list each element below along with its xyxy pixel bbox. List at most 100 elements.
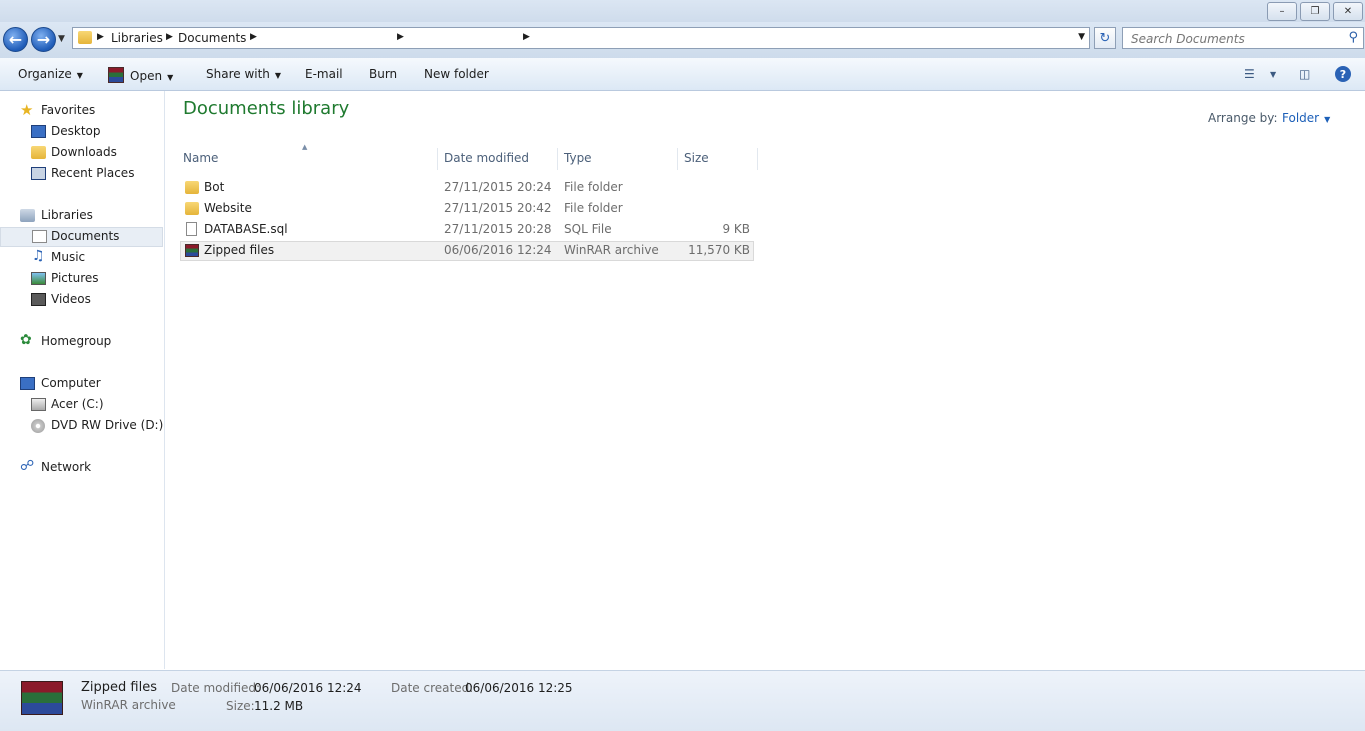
nav-libraries[interactable]: Libraries [0, 206, 163, 226]
arrange-by-dropdown[interactable]: Folder ▼ [1282, 111, 1330, 125]
videos-icon [31, 293, 46, 306]
arrange-by-value: Folder [1282, 111, 1320, 125]
share-with-button[interactable]: Share with ▼ [206, 67, 281, 81]
file-type: File folder [564, 180, 623, 194]
documents-icon [32, 230, 47, 243]
details-date-modified[interactable]: 06/06/2016 12:24 [254, 681, 362, 695]
column-header-size[interactable]: Size [678, 148, 758, 170]
preview-pane-icon[interactable]: ◫ [1299, 67, 1310, 81]
nav-desktop[interactable]: Desktop [0, 122, 163, 142]
nav-computer[interactable]: Computer [0, 374, 163, 394]
page-title: Documents library [183, 98, 350, 119]
folder-icon [185, 181, 199, 194]
restore-button[interactable]: ❐ [1300, 2, 1330, 21]
file-date-modified: 27/11/2015 20:28 [444, 222, 552, 236]
file-row-bot[interactable]: Bot 27/11/2015 20:24 File folder [180, 178, 754, 198]
command-bar: Organize ▼ Open ▼ Share with ▼ E-mail Burn … [0, 58, 1365, 91]
nav-homegroup-label: Homegroup [41, 334, 112, 348]
computer-icon [20, 377, 35, 390]
nav-favorites[interactable]: ★ Favorites [0, 101, 163, 121]
forward-button[interactable]: → [31, 27, 56, 52]
minimize-button[interactable]: – [1267, 2, 1297, 21]
address-row: ← → ▼ ▶ Libraries ▶ Documents ▶ ▶ ▶ ▼ ↻ … [0, 22, 1365, 58]
details-date-created[interactable]: 06/06/2016 12:25 [465, 681, 573, 695]
nav-network-label: Network [41, 460, 92, 474]
breadcrumb-arrow-icon[interactable]: ▶ [397, 32, 404, 42]
new-folder-button[interactable]: New folder [424, 67, 489, 81]
search-box[interactable]: ⚲ [1122, 27, 1364, 49]
address-dropdown-icon[interactable]: ▼ [1078, 32, 1085, 42]
open-button[interactable]: Open ▼ [108, 67, 173, 83]
burn-button[interactable]: Burn [369, 67, 397, 81]
nav-pictures[interactable]: Pictures [0, 269, 163, 289]
nav-recent-places[interactable]: Recent Places [0, 164, 163, 184]
details-size: 11.2 MB [254, 699, 304, 713]
close-button[interactable]: ✕ [1333, 2, 1363, 21]
email-button[interactable]: E-mail [305, 67, 343, 81]
file-name: Website [204, 201, 252, 215]
column-header-type[interactable]: Type [558, 148, 678, 170]
refresh-button[interactable]: ↻ [1094, 27, 1116, 49]
column-header-name[interactable]: Name [177, 148, 438, 170]
recent-places-icon [31, 167, 46, 180]
organize-label: Organize [18, 67, 72, 81]
winrar-icon [21, 681, 63, 715]
column-type-label: Type [564, 151, 592, 165]
nav-videos[interactable]: Videos [0, 290, 163, 310]
nav-desktop-label: Desktop [51, 124, 101, 138]
nav-pictures-label: Pictures [51, 271, 99, 285]
chevron-down-icon: ▼ [167, 73, 174, 82]
library-icon [20, 209, 35, 222]
nav-documents[interactable]: Documents [0, 227, 163, 247]
file-row-database[interactable]: DATABASE.sql 27/11/2015 20:28 SQL File 9… [180, 220, 754, 240]
column-date-label: Date modified [444, 151, 530, 165]
breadcrumb-documents[interactable]: Documents [178, 31, 246, 45]
file-row-website[interactable]: Website 27/11/2015 20:42 File folder [180, 199, 754, 219]
view-options-dropdown[interactable]: ▼ [1270, 70, 1276, 79]
back-button[interactable]: ← [3, 27, 28, 52]
organize-button[interactable]: Organize ▼ [18, 67, 83, 81]
nav-homegroup[interactable]: ✿ Homegroup [0, 332, 163, 352]
nav-downloads-label: Downloads [51, 145, 117, 159]
search-icon[interactable]: ⚲ [1348, 30, 1358, 45]
breadcrumb-arrow-icon[interactable]: ▶ [97, 32, 104, 42]
recent-pages-dropdown[interactable]: ▼ [58, 34, 65, 44]
pictures-icon [31, 272, 46, 285]
file-size: 9 KB [722, 222, 750, 236]
column-header-date-modified[interactable]: Date modified [438, 148, 558, 170]
hard-drive-icon [31, 398, 46, 411]
breadcrumb-libraries[interactable]: Libraries [111, 31, 163, 45]
file-date-modified: 06/06/2016 12:24 [444, 243, 552, 257]
nav-dvd-drive[interactable]: DVD RW Drive (D:) Fe [0, 416, 163, 436]
column-name-label: Name [183, 151, 219, 165]
nav-music[interactable]: ♫ Music [0, 248, 163, 268]
star-icon: ★ [20, 101, 34, 119]
downloads-folder-icon [31, 146, 46, 159]
breadcrumb-arrow-icon[interactable]: ▶ [523, 32, 530, 42]
nav-drive-c[interactable]: Acer (C:) [0, 395, 163, 415]
title-bar: – ❐ ✕ [0, 0, 1365, 22]
file-type: File folder [564, 201, 623, 215]
file-type: SQL File [564, 222, 612, 236]
nav-computer-label: Computer [41, 376, 101, 390]
arrange-by-label: Arrange by: [1208, 111, 1278, 125]
change-view-icon[interactable]: ☰ [1244, 67, 1255, 81]
details-date-created-label: Date created: [391, 681, 474, 695]
file-date-modified: 27/11/2015 20:24 [444, 180, 552, 194]
nav-downloads[interactable]: Downloads [0, 143, 163, 163]
nav-documents-label: Documents [51, 229, 120, 243]
chevron-down-icon: ▼ [274, 71, 282, 80]
file-row-zipped-files[interactable]: Zipped files 06/06/2016 12:24 WinRAR arc… [180, 241, 754, 261]
breadcrumb-arrow-icon[interactable]: ▶ [250, 32, 257, 42]
folder-icon [185, 202, 199, 215]
file-type: WinRAR archive [564, 243, 659, 257]
nav-network[interactable]: ☍ Network [0, 458, 163, 478]
nav-libraries-label: Libraries [41, 208, 93, 222]
help-icon[interactable]: ? [1335, 66, 1351, 82]
address-bar[interactable]: ▶ Libraries ▶ Documents ▶ ▶ ▶ ▼ [72, 27, 1090, 49]
file-name: Bot [204, 180, 225, 194]
breadcrumb-arrow-icon[interactable]: ▶ [166, 32, 173, 42]
search-input[interactable] [1129, 30, 1333, 48]
details-size-label: Size: [226, 699, 255, 713]
open-label: Open [130, 69, 163, 83]
